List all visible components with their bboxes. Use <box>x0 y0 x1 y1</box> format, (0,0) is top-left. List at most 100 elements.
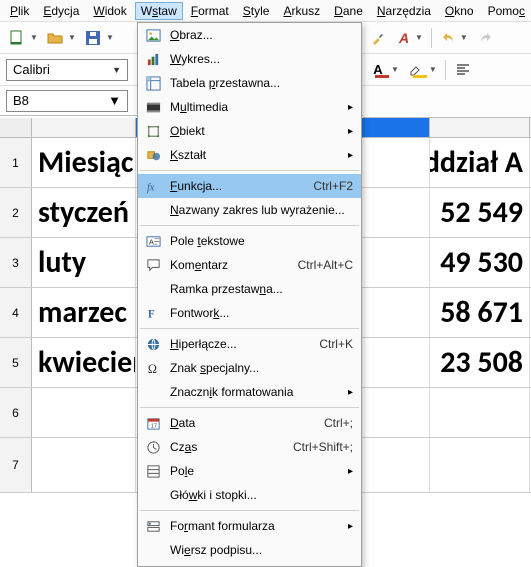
menu-okno[interactable]: Okno <box>439 2 480 20</box>
object-icon <box>142 122 164 140</box>
menu-item[interactable]: FFontwork... <box>138 301 361 325</box>
cell[interactable]: Oddział A <box>430 138 530 187</box>
brush-icon[interactable] <box>369 29 387 47</box>
new-doc-icon[interactable] <box>6 27 28 49</box>
open-icon[interactable] <box>44 27 66 49</box>
menu-item[interactable]: Nazwany zakres lub wyrażenie... <box>138 198 361 222</box>
menu-item[interactable]: Wykres... <box>138 47 361 71</box>
cell[interactable]: Miesiąc <box>32 138 136 187</box>
row-head[interactable]: 5 <box>0 338 32 387</box>
menu-item[interactable]: Pole▸ <box>138 459 361 483</box>
image-icon <box>142 26 164 44</box>
font-name-value: Calibri <box>13 62 50 77</box>
menu-item-label: Obraz... <box>170 28 353 42</box>
dropdown-icon[interactable]: ▼ <box>391 65 399 74</box>
menu-plik[interactable]: Plik <box>4 2 35 20</box>
menu-separator <box>140 170 359 171</box>
menu-item-label: Znacznik formatowania <box>170 385 343 399</box>
row-head[interactable]: 1 <box>0 138 32 187</box>
cell[interactable]: 23 508 <box>430 338 530 387</box>
dropdown-icon[interactable]: ▼ <box>460 33 468 42</box>
menu-item[interactable]: CzasCtrl+Shift+; <box>138 435 361 459</box>
menu-item[interactable]: Tabela przestawna... <box>138 71 361 95</box>
cell[interactable]: 49 530 <box>430 238 530 287</box>
toolbar-right-fragment: A ▼ ▼ A ▼ ▼ <box>363 22 531 118</box>
cell[interactable]: kwiecień <box>32 338 136 387</box>
menu-separator <box>140 225 359 226</box>
font-name-combo[interactable]: Calibri ▼ <box>6 59 128 81</box>
menu-item[interactable]: Kształt▸ <box>138 143 361 167</box>
menu-wstaw[interactable]: Wstaw <box>135 2 183 20</box>
undo-icon[interactable] <box>440 29 458 47</box>
cell[interactable] <box>430 438 530 492</box>
menu-item[interactable]: Ramka przestawna... <box>138 277 361 301</box>
row-head[interactable]: 3 <box>0 238 32 287</box>
menu-pomoc[interactable]: Pomoc <box>482 2 531 20</box>
col-head-a[interactable] <box>32 118 136 137</box>
cell[interactable]: 52 549 <box>430 188 530 237</box>
pivot-icon <box>142 74 164 92</box>
submenu-arrow-icon: ▸ <box>343 521 353 532</box>
cell-reference-value: B8 <box>13 93 29 108</box>
menu-edycja[interactable]: Edycja <box>37 2 85 20</box>
menu-item[interactable]: KomentarzCtrl+Alt+C <box>138 253 361 277</box>
media-icon <box>142 98 164 116</box>
menu-item[interactable]: ΩZnak specjalny... <box>138 356 361 380</box>
menubar: Plik Edycja Widok Wstaw Format Style Ark… <box>0 0 531 22</box>
menu-arkusz[interactable]: Arkusz <box>277 2 326 20</box>
menu-item[interactable]: A Pole tekstowe <box>138 229 361 253</box>
menu-item[interactable]: Znacznik formatowania▸ <box>138 380 361 404</box>
menu-item[interactable]: Obiekt▸ <box>138 119 361 143</box>
menu-separator <box>140 407 359 408</box>
menu-dane[interactable]: Dane <box>328 2 369 20</box>
cell[interactable]: styczeń <box>32 188 136 237</box>
menu-item-label: Data <box>170 416 324 430</box>
cell-reference-box[interactable]: B8 ▼ <box>6 90 128 112</box>
menu-item[interactable]: Hiperłącze...Ctrl+K <box>138 332 361 356</box>
redo-icon[interactable] <box>476 29 494 47</box>
cell[interactable] <box>32 438 136 492</box>
cell[interactable] <box>430 388 530 437</box>
menu-item-label: Pole <box>170 464 343 478</box>
menu-item-label: Czas <box>170 440 293 454</box>
cell[interactable]: luty <box>32 238 136 287</box>
menu-format[interactable]: Format <box>185 2 235 20</box>
menu-narzedzia[interactable]: Narzędzia <box>371 2 437 20</box>
menu-item-label: Hiperłącze... <box>170 337 319 351</box>
submenu-arrow-icon: ▸ <box>343 387 353 398</box>
col-head-c[interactable] <box>430 118 530 137</box>
dropdown-icon[interactable]: ▼ <box>106 33 114 42</box>
menu-item[interactable]: Formant formularza▸ <box>138 514 361 538</box>
dropdown-icon[interactable]: ▼ <box>68 33 76 42</box>
row-head[interactable]: 4 <box>0 288 32 337</box>
menu-item-label: Pole tekstowe <box>170 234 353 248</box>
menu-widok[interactable]: Widok <box>87 2 132 20</box>
dropdown-icon[interactable]: ▼ <box>415 33 423 42</box>
cell[interactable] <box>32 388 136 437</box>
blank-icon <box>142 541 164 559</box>
menu-item[interactable]: Główki i stopki... <box>138 483 361 507</box>
cell[interactable]: marzec <box>32 288 136 337</box>
select-all-corner[interactable] <box>0 118 32 137</box>
menu-item[interactable]: Obraz... <box>138 23 361 47</box>
align-left-icon[interactable] <box>454 61 472 79</box>
menu-item[interactable]: Multimedia▸ <box>138 95 361 119</box>
clear-format-icon[interactable]: A <box>395 29 413 47</box>
date-icon: 17 <box>142 414 164 432</box>
svg-text:F: F <box>147 308 154 320</box>
row-head[interactable]: 6 <box>0 388 32 437</box>
save-icon[interactable] <box>82 27 104 49</box>
menu-item[interactable]: 17 DataCtrl+; <box>138 411 361 435</box>
menu-style[interactable]: Style <box>237 2 276 20</box>
menu-item-label: Kształt <box>170 148 343 162</box>
row-head[interactable]: 2 <box>0 188 32 237</box>
dropdown-icon[interactable]: ▼ <box>30 33 38 42</box>
dropdown-icon[interactable]: ▼ <box>429 65 437 74</box>
cell[interactable]: 58 671 <box>430 288 530 337</box>
menu-item[interactable]: fxFunkcja...Ctrl+F2 <box>138 174 361 198</box>
svg-text:A: A <box>148 237 153 246</box>
menu-item-shortcut: Ctrl+; <box>324 416 353 430</box>
menu-item[interactable]: Wiersz podpisu... <box>138 538 361 562</box>
chevron-down-icon: ▼ <box>108 93 121 108</box>
row-head[interactable]: 7 <box>0 438 32 492</box>
